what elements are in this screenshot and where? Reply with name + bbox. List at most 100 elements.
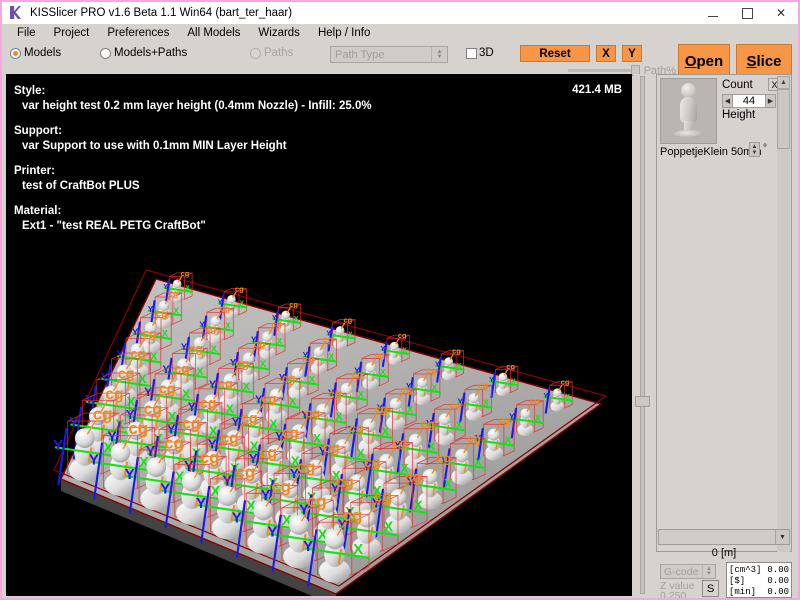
cg-label: cg	[436, 450, 451, 465]
y-axis-label: Y	[160, 480, 170, 497]
cg-label: cg	[168, 288, 178, 298]
model-thumbnail[interactable]	[660, 78, 717, 144]
radio-models-paths[interactable]: Models+Paths	[100, 45, 187, 61]
x-axis-label: X	[309, 373, 316, 384]
cg-label: cg	[328, 389, 342, 401]
x-axis-label: X	[243, 381, 251, 393]
printer-info: Printer: test of CraftBot PLUS	[14, 164, 372, 194]
model-list-panel: PoppetjeKlein 50mm Count ◀ 44 ▶ Height 5…	[656, 74, 792, 552]
cg-label: cg	[200, 448, 220, 467]
cg-label: cg	[302, 355, 314, 366]
y-view-button[interactable]: Y	[622, 45, 642, 62]
reset-button[interactable]: Reset	[520, 45, 590, 62]
model-entry[interactable]: PoppetjeKlein 50mm Count ◀ 44 ▶ Height 5…	[660, 78, 781, 160]
menu-file[interactable]: File	[8, 24, 45, 42]
memory-usage-label: 421.4 MB	[572, 84, 622, 96]
menu-project[interactable]: Project	[45, 24, 99, 42]
cg-label: cg	[241, 411, 258, 427]
cg-label: cg	[478, 381, 488, 391]
title-bar: KISSlicer PRO v1.6 Beta 1.1 Win64 (bart_…	[2, 2, 798, 24]
path-type-select: Path Type ▲ ▼	[330, 46, 448, 63]
chevron-updown-icon[interactable]: ▲ ▼	[702, 565, 715, 578]
cg-label: cg	[236, 359, 250, 371]
cg-label: cg	[452, 347, 461, 356]
slice-button[interactable]: Slice	[736, 44, 792, 78]
count-increment-icon[interactable]: ▶	[765, 94, 776, 108]
y-axis-label: Y	[188, 400, 196, 414]
close-icon[interactable]: ✕	[764, 2, 798, 24]
cg-label: cg	[374, 488, 392, 505]
cg-label: cg	[143, 328, 157, 340]
menu-help-info[interactable]: Help / Info	[309, 24, 379, 42]
stat-unit: [min]	[729, 587, 757, 597]
cg-label: cg	[164, 434, 184, 453]
cg-label: cg	[271, 477, 291, 496]
x-view-button[interactable]: X	[596, 45, 616, 62]
radio-dot-icon	[100, 47, 111, 59]
cg-label: cg	[105, 386, 123, 403]
y-axis-label: Y	[489, 377, 494, 384]
x-axis-label: X	[289, 396, 297, 408]
cg-label: cg	[449, 400, 461, 411]
gcode-select[interactable]: G-code ▲ ▼	[660, 564, 716, 579]
material-info: Material: Ext1 - "test REAL PETG CraftBo…	[14, 204, 372, 234]
cg-label: cg	[128, 419, 148, 438]
3d-viewport[interactable]: X Ycg X Ycg X Ycg X Ycg X Ycg X Ycg X Ycg X Ycg X Ycg X Ycg…	[6, 74, 632, 596]
horizontal-scrollbar[interactable]: ▼	[658, 529, 790, 545]
cg-label: cg	[400, 385, 412, 396]
menu-preferences[interactable]: Preferences	[98, 24, 178, 42]
x-axis-label: X	[174, 306, 180, 315]
cg-label: cg	[421, 419, 435, 431]
count-value[interactable]: 44	[733, 94, 765, 108]
scroll-down-icon[interactable]: ▼	[775, 530, 789, 544]
cg-label: cg	[498, 416, 510, 427]
x-axis-label: X	[414, 498, 423, 513]
support-label: Support:	[14, 125, 62, 137]
y-axis-label: Y	[89, 451, 99, 468]
radio-models[interactable]: Models	[10, 45, 61, 61]
cg-label: cg	[282, 426, 299, 442]
slice-accel: S	[746, 52, 757, 70]
x-axis-label: X	[505, 434, 512, 445]
z-slider[interactable]	[634, 74, 652, 596]
x-axis-label: X	[535, 414, 541, 423]
cg-label: cg	[305, 406, 320, 421]
radio-paths: Paths	[250, 45, 293, 61]
x-axis-label: X	[474, 456, 482, 468]
x-axis-label: X	[456, 419, 463, 430]
chevron-down-icon[interactable]: ▼	[752, 150, 758, 156]
cg-label: cg	[506, 362, 515, 371]
menu-bar: File Project Preferences All Models Wiza…	[2, 24, 798, 42]
save-gcode-button[interactable]: S	[702, 580, 719, 597]
scroll-up-icon[interactable]: ▲	[777, 76, 790, 89]
menu-wizards[interactable]: Wizards	[249, 24, 309, 42]
cg-label: cg	[218, 376, 233, 391]
count-stepper[interactable]: ◀ 44 ▶	[722, 94, 776, 108]
model-name-label: PoppetjeKlein 50mm	[660, 146, 762, 158]
radio-paths-label: Paths	[264, 47, 294, 59]
maximize-button[interactable]	[730, 2, 764, 24]
menu-all-models[interactable]: All Models	[178, 24, 249, 42]
toolbar: Models Models+Paths Paths Path Type ▲ ▼ …	[2, 42, 798, 78]
window-title: KISSlicer PRO v1.6 Beta 1.1 Win64 (bart_…	[30, 7, 293, 19]
count-decrement-icon[interactable]: ◀	[722, 94, 733, 108]
degree-symbol: °	[763, 143, 767, 154]
radio-dot-icon	[250, 47, 261, 59]
scrollbar-thumb[interactable]	[777, 89, 790, 149]
height-label: Height	[722, 109, 756, 121]
cg-label: cg	[351, 370, 363, 381]
minimize-button[interactable]	[696, 2, 730, 24]
x-axis-label: X	[196, 366, 204, 378]
cg-label: cg	[335, 474, 353, 491]
open-button[interactable]: Open	[678, 44, 730, 78]
cg-label: cg	[375, 404, 389, 416]
rotation-stepper[interactable]: ▲ ▼	[749, 142, 760, 157]
panel-scrollbar[interactable]: ▲	[777, 76, 790, 552]
cg-label: cg	[220, 304, 230, 314]
count-label: Count	[722, 79, 753, 91]
meters-label: 0 [m]	[711, 547, 737, 559]
checkbox-3d[interactable]: 3D	[466, 47, 494, 59]
z-slider-handle[interactable]	[635, 396, 650, 407]
y-axis-label: Y	[196, 495, 206, 512]
x-axis-label: X	[407, 404, 414, 415]
